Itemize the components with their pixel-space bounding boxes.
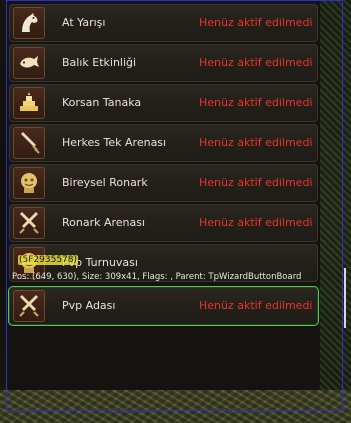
debug-id-tag: (5F2935578) [18, 255, 79, 265]
event-row[interactable]: Korsan Tanaka Henüz aktif edilmedi [9, 84, 318, 122]
event-status: Henüz aktif edilmedi [199, 16, 313, 29]
event-row[interactable]: Ronark Arenası Henüz aktif edilmedi [9, 204, 318, 242]
event-status: Henüz aktif edilmedi [199, 299, 313, 312]
event-name: Bireysel Ronark [62, 176, 148, 189]
event-status: Henüz aktif edilmedi [199, 96, 313, 109]
event-name: At Yarışı [62, 16, 106, 29]
world-background-right [320, 0, 351, 423]
event-status: Henüz aktif edilmedi [199, 56, 313, 69]
horse-head-icon [13, 7, 45, 39]
event-name: Ronark Arenası [62, 216, 146, 229]
event-status: Henüz aktif edilmedi [199, 216, 313, 229]
event-status: Henüz aktif edilmedi [199, 176, 313, 189]
crossed-swords-icon [13, 207, 45, 239]
golden-idol-icon [13, 167, 45, 199]
event-name: Pvp Adası [62, 299, 116, 312]
event-name: Korsan Tanaka [62, 96, 142, 109]
game-ui-stage: At Yarışı Henüz aktif edilmedi Balık Etkin… [0, 0, 351, 423]
debug-marker-line [344, 268, 346, 328]
fish-icon [13, 47, 45, 79]
event-name: Herkes Tek Arenası [62, 136, 167, 149]
event-row[interactable]: Pvp Adası Henüz aktif edilmedi [8, 286, 319, 326]
event-row[interactable]: Herkes Tek Arenası Henüz aktif edilmedi [9, 124, 318, 162]
crossed-swords-icon [13, 290, 45, 322]
debug-info-text: Pos: (649, 630), Size: 309x41, Flags: , … [12, 272, 302, 282]
gold-bars-icon [13, 87, 45, 119]
event-row[interactable]: Bireysel Ronark Henüz aktif edilmedi [9, 164, 318, 202]
sword-icon [13, 127, 45, 159]
event-row[interactable]: Balık Etkinliği Henüz aktif edilmedi [9, 44, 318, 82]
event-name: Balık Etkinliği [62, 56, 137, 69]
event-row[interactable]: At Yarışı Henüz aktif edilmedi [9, 4, 318, 42]
world-background-terrain [0, 390, 351, 423]
event-status: Henüz aktif edilmedi [199, 136, 313, 149]
